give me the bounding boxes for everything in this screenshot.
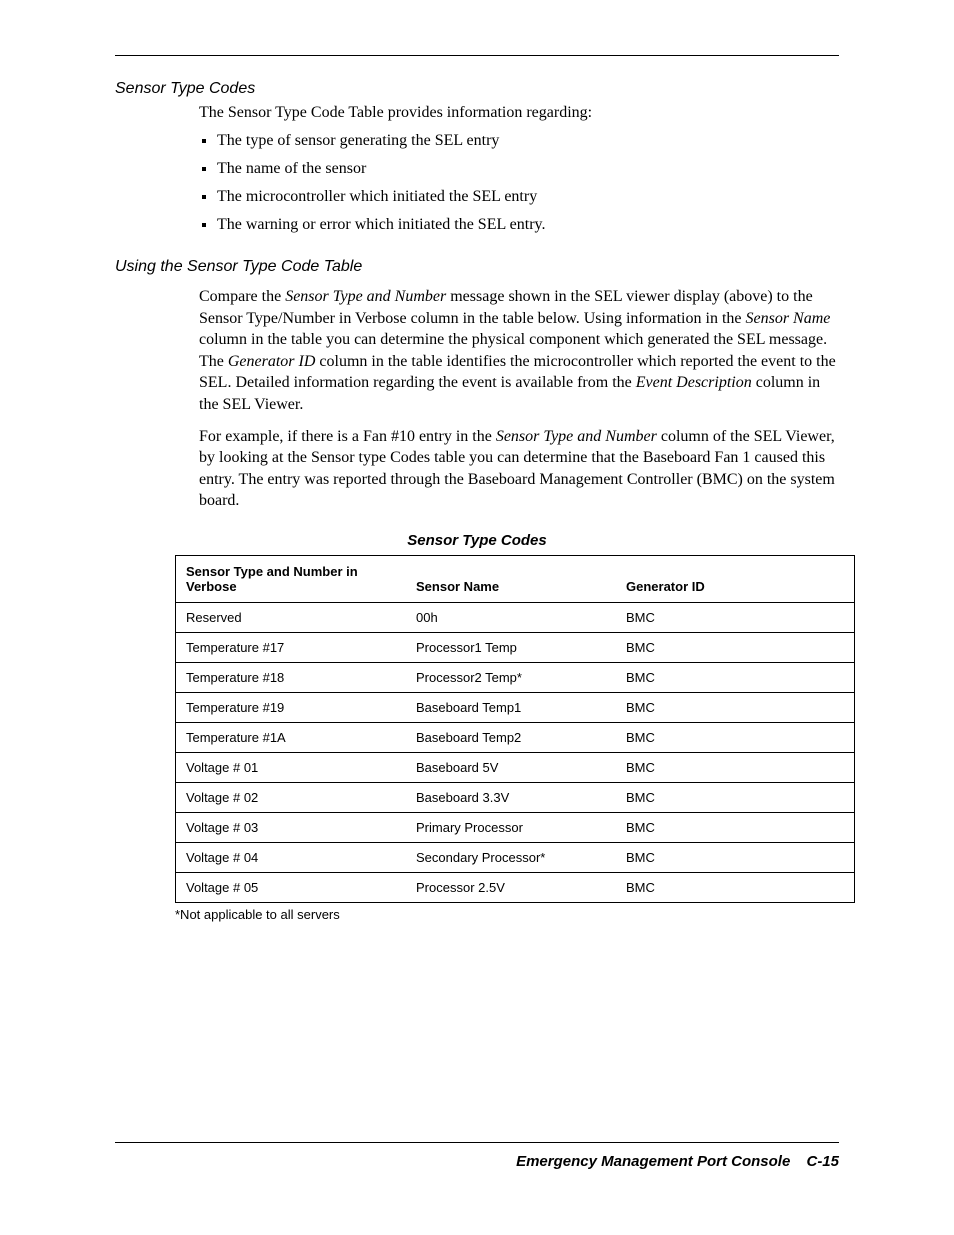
section2-heading: Using the Sensor Type Code Table [115,258,839,276]
table-cell: Primary Processor [406,812,616,842]
section2-para2: For example, if there is a Fan #10 entry… [199,426,839,512]
table-row: Voltage # 04Secondary Processor*BMC [176,842,855,872]
italic-text: Event Description [636,374,752,391]
table-cell: Baseboard 5V [406,752,616,782]
section2-para1: Compare the Sensor Type and Number messa… [199,286,839,416]
table-cell: Temperature #19 [176,692,407,722]
table-row: Voltage # 02Baseboard 3.3VBMC [176,782,855,812]
table-cell: Voltage # 01 [176,752,407,782]
table-note: *Not applicable to all servers [175,907,839,922]
table-header-col1: Sensor Type and Number in Verbose [176,555,407,602]
table-cell: Baseboard Temp1 [406,692,616,722]
section1-intro: The Sensor Type Code Table provides info… [199,104,839,122]
table-cell: Temperature #17 [176,632,407,662]
table-cell: Processor 2.5V [406,872,616,902]
table-cell: 00h [406,602,616,632]
table-cell: Secondary Processor* [406,842,616,872]
table-row: Temperature #17Processor1 TempBMC [176,632,855,662]
table-cell: BMC [616,752,855,782]
top-divider [115,55,839,56]
table-cell: Voltage # 05 [176,872,407,902]
list-item: The type of sensor generating the SEL en… [217,132,839,150]
table-cell: BMC [616,842,855,872]
table-row: Temperature #1ABaseboard Temp2BMC [176,722,855,752]
table-title: Sensor Type Codes [115,532,839,549]
table-cell: Reserved [176,602,407,632]
table-cell: Baseboard 3.3V [406,782,616,812]
italic-text: Sensor Type and Number [496,428,657,445]
list-item: The name of the sensor [217,160,839,178]
table-cell: BMC [616,872,855,902]
bottom-divider [115,1142,839,1143]
footer-title: Emergency Management Port Console [516,1153,790,1170]
italic-text: Sensor Type and Number [285,288,446,305]
table-cell: Temperature #18 [176,662,407,692]
table-row: Voltage # 01Baseboard 5VBMC [176,752,855,782]
table-cell: Voltage # 04 [176,842,407,872]
table-cell: BMC [616,812,855,842]
table-header-col3: Generator ID [616,555,855,602]
table-cell: Baseboard Temp2 [406,722,616,752]
table-row: Voltage # 05Processor 2.5VBMC [176,872,855,902]
text: For example, if there is a Fan #10 entry… [199,428,496,445]
table-cell: BMC [616,632,855,662]
table-header-col2: Sensor Name [406,555,616,602]
sensor-type-codes-table: Sensor Type and Number in Verbose Sensor… [175,555,855,903]
table-cell: Temperature #1A [176,722,407,752]
italic-text: Generator ID [228,353,316,370]
table-row: Reserved00hBMC [176,602,855,632]
table-row: Voltage # 03Primary ProcessorBMC [176,812,855,842]
footer-pagenum: C-15 [806,1153,839,1170]
table-cell: BMC [616,722,855,752]
table-cell: BMC [616,662,855,692]
table-row: Temperature #19Baseboard Temp1BMC [176,692,855,722]
table-cell: BMC [616,692,855,722]
text: Compare the [199,288,285,305]
list-item: The warning or error which initiated the… [217,216,839,234]
section1-bullets: The type of sensor generating the SEL en… [199,132,839,234]
italic-text: Sensor Name [746,310,831,327]
page-footer: Emergency Management Port Console C-15 [115,1142,839,1170]
table-cell: BMC [616,602,855,632]
section1-heading: Sensor Type Codes [115,80,839,98]
table-cell: BMC [616,782,855,812]
table-cell: Processor2 Temp* [406,662,616,692]
table-cell: Voltage # 03 [176,812,407,842]
list-item: The microcontroller which initiated the … [217,188,839,206]
table-cell: Processor1 Temp [406,632,616,662]
table-cell: Voltage # 02 [176,782,407,812]
table-row: Temperature #18Processor2 Temp*BMC [176,662,855,692]
